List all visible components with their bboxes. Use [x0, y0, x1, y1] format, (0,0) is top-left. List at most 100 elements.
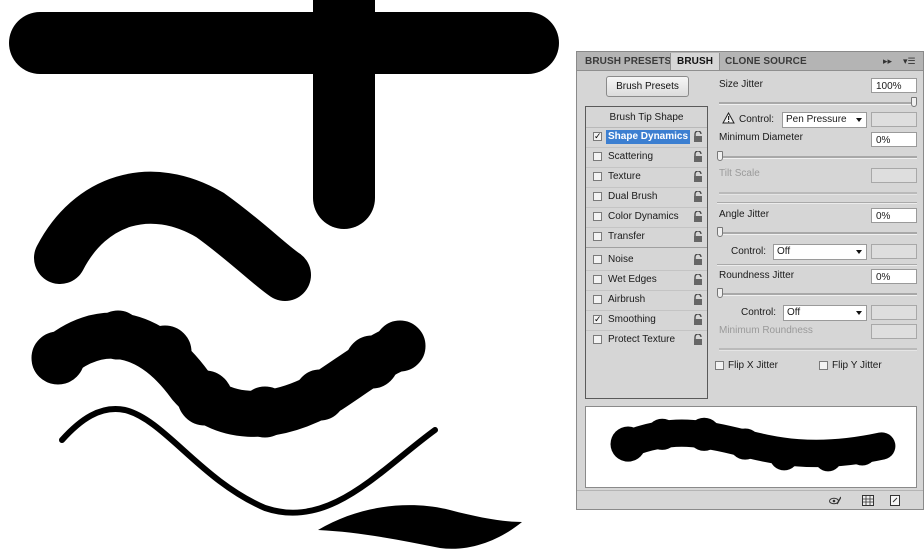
brush-options-list: Brush Tip Shape ✓ Shape Dynamics Scatter…	[585, 106, 708, 399]
control-angle-select[interactable]: Off	[773, 244, 867, 260]
list-item-label: Scattering	[608, 151, 654, 162]
double-chevron-right-icon[interactable]: ▸▸	[883, 54, 892, 68]
minimum-roundness-label: Minimum Roundness	[719, 325, 813, 336]
control-angle-extra-field	[871, 244, 917, 259]
eye-brush-icon[interactable]	[829, 495, 841, 506]
flip-y-jitter-checkbox[interactable]	[819, 361, 828, 370]
minimum-diameter-label: Minimum Diameter	[719, 132, 803, 143]
panel-menu-icon[interactable]: ▾☰	[903, 54, 916, 68]
list-item-label: Transfer	[608, 231, 645, 242]
flip-y-jitter-label: Flip Y Jitter	[832, 360, 882, 371]
list-item-protect-texture[interactable]: Protect Texture	[586, 330, 707, 350]
control-pen-label: Control:	[739, 114, 775, 125]
flip-x-jitter-checkbox[interactable]	[715, 361, 724, 370]
panel-tab-bar: BRUSH PRESETS BRUSH CLONE SOURCE ▸▸ ▾☰	[577, 52, 923, 71]
tab-clone-source[interactable]: CLONE SOURCE	[719, 53, 813, 70]
list-item-label: Wet Edges	[608, 274, 657, 285]
select-value: Pen Pressure	[786, 114, 847, 125]
lock-icon[interactable]	[693, 171, 703, 183]
lock-icon[interactable]	[693, 294, 703, 306]
control-roundness-select[interactable]: Off	[783, 305, 867, 321]
minimum-diameter-slider-track[interactable]	[719, 156, 917, 159]
list-item-label: Dual Brush	[608, 191, 658, 202]
tilt-scale-slider-track	[719, 192, 917, 195]
noise-checkbox[interactable]	[593, 255, 602, 264]
scattering-checkbox[interactable]	[593, 152, 602, 161]
brush-stroke-preview	[585, 406, 917, 488]
minimum-roundness-slider-track	[719, 348, 917, 351]
list-item-label: Protect Texture	[608, 334, 676, 345]
airbrush-checkbox[interactable]	[593, 295, 602, 304]
panel-footer	[577, 490, 923, 511]
tilt-scale-input	[871, 168, 917, 183]
lock-icon[interactable]	[693, 274, 703, 286]
list-item-label: Smoothing	[608, 314, 656, 325]
brush-presets-button[interactable]: Brush Presets	[606, 76, 689, 97]
brush-strokes	[9, 0, 559, 549]
select-value: Off	[777, 246, 791, 257]
angle-jitter-slider-track[interactable]	[719, 232, 917, 235]
tab-brush-presets[interactable]: BRUSH PRESETS	[579, 53, 677, 70]
list-item-noise[interactable]: Noise	[586, 250, 707, 271]
list-item-wet-edges[interactable]: Wet Edges	[586, 270, 707, 291]
transfer-checkbox[interactable]	[593, 232, 602, 241]
select-value: Off	[787, 307, 801, 318]
list-item-airbrush[interactable]: Airbrush	[586, 290, 707, 311]
dual-brush-checkbox[interactable]	[593, 192, 602, 201]
roundness-jitter-input[interactable]: 0%	[871, 269, 917, 284]
lock-icon[interactable]	[693, 211, 703, 223]
minimum-diameter-slider-thumb[interactable]	[717, 151, 723, 161]
control-pen-pressure-select[interactable]: Pen Pressure	[782, 112, 867, 128]
lock-icon[interactable]	[693, 231, 703, 243]
list-item-dual-brush[interactable]: Dual Brush	[586, 187, 707, 208]
list-item-shape-dynamics[interactable]: ✓ Shape Dynamics	[586, 127, 707, 148]
wet-edges-checkbox[interactable]	[593, 275, 602, 284]
smoothing-checkbox[interactable]: ✓	[593, 315, 602, 324]
brush-tip-shape-item[interactable]: Brush Tip Shape	[586, 109, 707, 128]
list-item-texture[interactable]: Texture	[586, 167, 707, 188]
lock-icon[interactable]	[693, 131, 703, 143]
control-angle-label: Control:	[731, 246, 767, 257]
roundness-jitter-slider-track[interactable]	[719, 293, 917, 296]
shape-dynamics-checkbox[interactable]: ✓	[593, 132, 602, 141]
lock-icon[interactable]	[693, 191, 703, 203]
list-item-label: Noise	[608, 254, 634, 265]
chevron-down-icon	[856, 311, 862, 315]
tab-brush[interactable]: BRUSH	[670, 53, 721, 70]
list-item-label: Airbrush	[608, 294, 646, 305]
chevron-down-icon	[856, 250, 862, 254]
divider	[717, 264, 917, 266]
angle-jitter-label: Angle Jitter	[719, 209, 770, 220]
size-jitter-input[interactable]: 100%	[871, 78, 917, 93]
list-item-scattering[interactable]: Scattering	[586, 147, 707, 168]
control-roundness-label: Control:	[741, 307, 777, 318]
color-dynamics-checkbox[interactable]	[593, 212, 602, 221]
list-item-transfer[interactable]: Transfer	[586, 227, 707, 248]
angle-jitter-slider-thumb[interactable]	[717, 227, 723, 237]
lock-icon[interactable]	[693, 314, 703, 326]
control-roundness-extra-field	[871, 305, 917, 320]
angle-jitter-input[interactable]: 0%	[871, 208, 917, 223]
texture-checkbox[interactable]	[593, 172, 602, 181]
grid-icon[interactable]	[862, 495, 874, 506]
size-jitter-slider-track[interactable]	[719, 102, 917, 105]
tilt-scale-label: Tilt Scale	[719, 168, 760, 179]
size-jitter-slider-thumb[interactable]	[911, 97, 917, 107]
roundness-jitter-slider-thumb[interactable]	[717, 288, 723, 298]
list-item-color-dynamics[interactable]: Color Dynamics	[586, 207, 707, 228]
lock-icon[interactable]	[693, 151, 703, 163]
protect-texture-checkbox[interactable]	[593, 335, 602, 344]
roundness-jitter-label: Roundness Jitter	[719, 270, 795, 281]
list-item-smoothing[interactable]: ✓ Smoothing	[586, 310, 707, 331]
list-item-label: Color Dynamics	[608, 211, 679, 222]
list-item-label: Texture	[608, 171, 641, 182]
lock-icon[interactable]	[693, 254, 703, 266]
lock-icon[interactable]	[693, 334, 703, 346]
chevron-down-icon	[856, 118, 862, 122]
new-preset-icon[interactable]	[889, 495, 901, 506]
control-pen-extra-field	[871, 112, 917, 127]
warning-icon	[722, 112, 735, 124]
size-jitter-label: Size Jitter	[719, 79, 763, 90]
stroke-swoosh	[318, 505, 522, 549]
minimum-diameter-input[interactable]: 0%	[871, 132, 917, 147]
